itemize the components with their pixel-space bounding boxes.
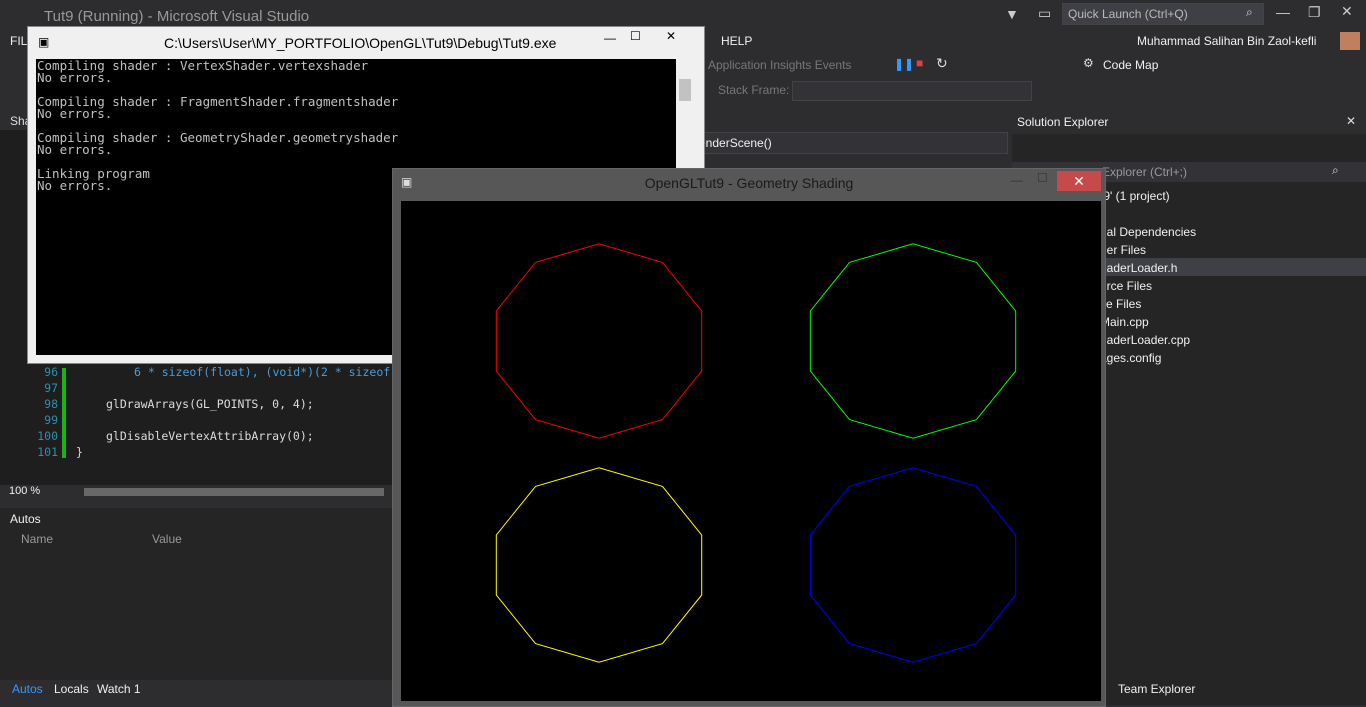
minimize-icon[interactable]: —: [604, 31, 616, 45]
console-line: No errors.: [37, 70, 113, 85]
tree-item[interactable]: ages.config: [1100, 351, 1161, 365]
restart-icon[interactable]: ↻: [936, 55, 948, 72]
maximize-icon[interactable]: ☐: [630, 29, 641, 43]
tree-item[interactable]: nal Dependencies: [1100, 225, 1196, 239]
line-number: 98: [44, 397, 58, 411]
tree-item[interactable]: Main.cpp: [1100, 315, 1149, 329]
zoom-select[interactable]: 100 %: [9, 485, 40, 497]
line-number: 96: [44, 365, 58, 379]
close-icon[interactable]: ✕: [1057, 171, 1101, 191]
autos-panel: Autos Name Value: [0, 508, 392, 683]
tab-autos[interactable]: Autos: [12, 682, 43, 696]
search-icon: ⌕: [1332, 163, 1339, 177]
scrollbar-thumb[interactable]: [679, 79, 691, 101]
restore-icon[interactable]: ❐: [1308, 4, 1321, 21]
decagon-outline: [495, 467, 703, 663]
stack-frame-label: Stack Frame:: [718, 83, 790, 97]
tree-item[interactable]: der Files: [1100, 243, 1146, 257]
code-line: }: [76, 445, 83, 459]
gl-canvas[interactable]: [401, 201, 1101, 701]
autos-col-value: Value: [152, 532, 182, 546]
stack-frame-select[interactable]: [792, 81, 1032, 101]
console-line: No errors.: [37, 142, 113, 157]
solution-explorer-header: Solution Explorer ✕: [1012, 110, 1366, 134]
stop-icon[interactable]: ■: [916, 56, 923, 70]
horizontal-scrollbar[interactable]: [84, 488, 384, 496]
code-line: 6 * sizeof(float), (void*)(2 * sizeof: [134, 365, 391, 379]
insights-dropdown[interactable]: Application Insights Events: [708, 58, 851, 72]
feedback-icon[interactable]: ▭: [1038, 5, 1051, 22]
close-icon[interactable]: ✕: [666, 29, 676, 43]
console-line: Compiling shader : FragmentShader.fragme…: [37, 94, 399, 109]
code-map-button[interactable]: Code Map: [1103, 58, 1158, 72]
tree-item[interactable]: urce Files: [1100, 279, 1152, 293]
gl-polygons: [495, 243, 1017, 663]
decagon-outline: [809, 467, 1017, 663]
decagon-outline: [809, 243, 1017, 439]
line-number: 100: [37, 429, 58, 443]
close-icon[interactable]: ✕: [1346, 114, 1356, 128]
console-line: No errors.: [37, 106, 113, 121]
filter-icon[interactable]: ▼: [1005, 6, 1019, 22]
search-icon: ⌕: [1246, 5, 1253, 19]
tree-item-solution[interactable]: t9' (1 project): [1100, 189, 1170, 203]
console-title: C:\Users\User\MY_PORTFOLIO\OpenGL\Tut9\D…: [164, 35, 557, 51]
tab-locals[interactable]: Locals: [54, 682, 89, 696]
pause-icon[interactable]: ❚❚: [894, 57, 914, 71]
function-dropdown-value: enderScene(): [699, 136, 772, 150]
tree-item[interactable]: ce Files: [1100, 297, 1141, 311]
user-name[interactable]: Muhammad Salihan Bin Zaol-kefli: [1137, 34, 1316, 48]
menu-file[interactable]: FIL: [10, 34, 27, 48]
maximize-icon[interactable]: ☐: [1037, 171, 1048, 185]
avatar[interactable]: [1340, 32, 1360, 50]
quick-launch-input[interactable]: Quick Launch (Ctrl+Q) ⌕: [1062, 3, 1264, 25]
tree-item[interactable]: haderLoader.cpp: [1100, 333, 1190, 347]
function-dropdown[interactable]: enderScene(): [694, 132, 1008, 154]
minimize-icon[interactable]: —: [1011, 173, 1023, 187]
autos-title: Autos: [10, 512, 41, 526]
tree-item[interactable]: haderLoader.h: [1100, 261, 1177, 275]
team-explorer-tab[interactable]: Team Explorer: [1118, 682, 1195, 696]
quick-launch-placeholder: Quick Launch (Ctrl+Q): [1068, 7, 1188, 21]
line-number: 101: [37, 445, 58, 459]
editor-status-bar: 100 %: [0, 485, 392, 499]
code-line: glDisableVertexAttribArray(0);: [106, 429, 314, 443]
tab-watch-1[interactable]: Watch 1: [97, 682, 141, 696]
close-icon[interactable]: ✕: [1341, 3, 1353, 20]
line-number: 97: [44, 381, 58, 395]
decagon-outline: [495, 243, 703, 439]
code-map-icon: ⚙: [1083, 56, 1094, 70]
autos-col-name: Name: [21, 532, 54, 546]
code-line: glDrawArrays(GL_POINTS, 0, 4);: [106, 397, 314, 411]
solution-search-placeholder: Explorer (Ctrl+;): [1102, 165, 1188, 179]
minimize-icon[interactable]: —: [1276, 4, 1290, 20]
console-app-icon: ▣: [38, 35, 50, 49]
console-line: Compiling shader : VertexShader.vertexsh…: [37, 58, 369, 73]
opengl-window[interactable]: ▣ OpenGLTut9 - Geometry Shading — ☐ ✕: [392, 168, 1106, 707]
gl-window-title: OpenGLTut9 - Geometry Shading: [644, 175, 854, 191]
menu-help[interactable]: HELP: [721, 34, 752, 48]
debug-tabs: Autos Locals Watch 1: [0, 680, 392, 705]
vs-window-title: Tut9 (Running) - Microsoft Visual Studio: [44, 8, 310, 25]
line-number: 99: [44, 413, 58, 427]
solution-explorer-title: Solution Explorer: [1017, 115, 1109, 129]
console-line: Compiling shader : GeometryShader.geomet…: [37, 130, 399, 145]
